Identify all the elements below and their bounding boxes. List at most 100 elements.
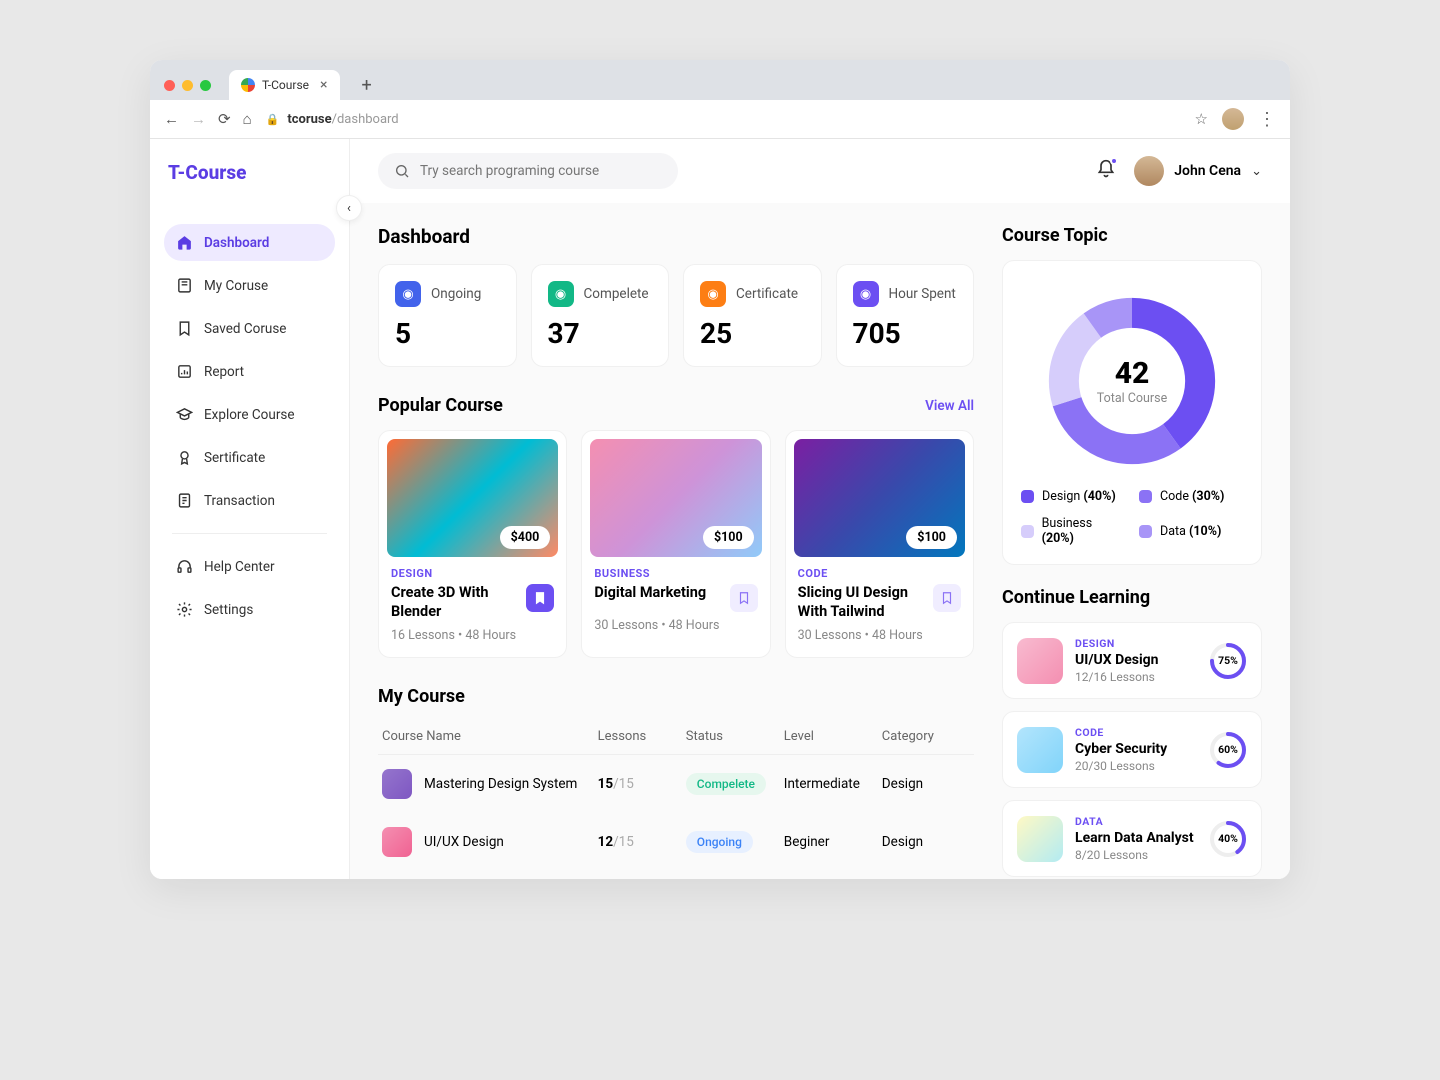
back-icon[interactable]: ← bbox=[164, 110, 179, 128]
browser-tab[interactable]: T-Course × bbox=[229, 70, 340, 100]
stat-label: Certificate bbox=[736, 286, 798, 302]
bookmark-button[interactable] bbox=[526, 584, 554, 612]
collapse-sidebar-button[interactable]: ‹ bbox=[336, 195, 362, 221]
course-thumbnail: $100 bbox=[794, 439, 965, 557]
continue-meta: 20/30 Lessons bbox=[1075, 759, 1197, 773]
sidebar-item-transaction[interactable]: Transaction bbox=[164, 482, 335, 519]
gear-icon bbox=[176, 601, 193, 618]
donut-value: 42 bbox=[1115, 356, 1150, 391]
stat-icon: ◉ bbox=[700, 281, 726, 307]
maximize-window-icon[interactable] bbox=[200, 80, 211, 91]
continue-card[interactable]: CODE Cyber Security 20/30 Lessons 60% bbox=[1002, 711, 1262, 788]
table-row[interactable]: UI/UX Design 12/15 Ongoing Beginer Desig… bbox=[378, 813, 974, 871]
sidebar-item-my-course[interactable]: My Coruse bbox=[164, 267, 335, 304]
course-topic-card: 42 Total Course Design (40%) Code (30%) … bbox=[1002, 260, 1262, 565]
close-tab-icon[interactable]: × bbox=[320, 77, 327, 93]
tab-title: T-Course bbox=[262, 78, 309, 92]
table-row[interactable]: Mastering Design System 15/15 Compelete … bbox=[378, 755, 974, 813]
avatar bbox=[1134, 156, 1164, 186]
popular-title: Popular Course bbox=[378, 395, 503, 416]
sidebar-item-settings[interactable]: Settings bbox=[164, 591, 335, 628]
sidebar-divider bbox=[172, 533, 327, 534]
user-menu[interactable]: John Cena ⌄ bbox=[1134, 156, 1262, 186]
chart-icon bbox=[176, 363, 193, 380]
row-lessons: 15/15 bbox=[598, 776, 686, 792]
sidebar-item-label: Dashboard bbox=[204, 235, 269, 251]
lock-icon: 🔒 bbox=[266, 113, 280, 126]
sidebar-item-label: Transaction bbox=[204, 493, 275, 509]
sidebar-item-dashboard[interactable]: Dashboard bbox=[164, 224, 335, 261]
stat-value: 5 bbox=[395, 317, 500, 350]
legend-item: Business (20%) bbox=[1021, 516, 1125, 546]
address-bar[interactable]: 🔒 tcoruse/dashboard bbox=[266, 112, 1181, 127]
chevron-down-icon: ⌄ bbox=[1251, 164, 1262, 179]
course-meta: 30 Lessons • 48 Hours bbox=[594, 618, 757, 633]
table-row[interactable]: Learn Data Analyst 8/20 Ongoing Expert D… bbox=[378, 871, 974, 879]
bookmark-page-icon[interactable]: ☆ bbox=[1195, 110, 1208, 128]
sidebar-item-label: Settings bbox=[204, 602, 253, 618]
continue-title: Learn Data Analyst bbox=[1075, 830, 1197, 846]
sidebar-item-help[interactable]: Help Center bbox=[164, 548, 335, 585]
stat-label: Hour Spent bbox=[889, 286, 956, 302]
sidebar-item-label: Sertificate bbox=[204, 450, 265, 466]
view-all-link[interactable]: View All bbox=[925, 398, 974, 414]
mycourse-title: My Course bbox=[378, 686, 974, 707]
bookmark-icon bbox=[176, 320, 193, 337]
notification-dot-icon bbox=[1110, 157, 1118, 165]
continue-category: CODE bbox=[1075, 726, 1197, 739]
home-icon[interactable]: ⌂ bbox=[243, 110, 252, 128]
status-badge: Ongoing bbox=[686, 831, 753, 853]
window-controls bbox=[164, 80, 211, 91]
profile-icon[interactable] bbox=[1222, 108, 1244, 130]
legend-item: Design (40%) bbox=[1021, 489, 1125, 504]
progress-ring: 40% bbox=[1209, 820, 1247, 858]
course-card[interactable]: $100 BUSINESS Digital Marketing 30 Lesso… bbox=[581, 430, 770, 658]
row-level: Intermediate bbox=[784, 776, 882, 792]
cap-icon bbox=[176, 406, 193, 423]
continue-meta: 8/20 Lessons bbox=[1075, 848, 1197, 862]
stat-value: 37 bbox=[548, 317, 653, 350]
stat-label: Compelete bbox=[584, 286, 649, 302]
stat-card: ◉ Certificate 25 bbox=[683, 264, 822, 367]
course-card[interactable]: $100 CODE Slicing UI Design With Tailwin… bbox=[785, 430, 974, 658]
bookmark-button[interactable] bbox=[933, 584, 961, 612]
continue-thumbnail bbox=[1017, 816, 1063, 862]
row-lessons: 12/15 bbox=[598, 834, 686, 850]
favicon-icon bbox=[241, 78, 255, 92]
sidebar-item-explore[interactable]: Explore Course bbox=[164, 396, 335, 433]
sidebar-item-label: Explore Course bbox=[204, 407, 295, 423]
badge-icon bbox=[176, 449, 193, 466]
continue-thumbnail bbox=[1017, 727, 1063, 773]
search-field[interactable] bbox=[378, 153, 678, 189]
receipt-icon bbox=[176, 492, 193, 509]
close-window-icon[interactable] bbox=[164, 80, 175, 91]
stat-icon: ◉ bbox=[853, 281, 879, 307]
continue-card[interactable]: DATA Learn Data Analyst 8/20 Lessons 40% bbox=[1002, 800, 1262, 877]
browser-tab-strip: T-Course × + bbox=[150, 60, 1290, 100]
new-tab-button[interactable]: + bbox=[362, 75, 372, 96]
reload-icon[interactable]: ⟳ bbox=[218, 110, 231, 128]
course-card[interactable]: $400 DESIGN Create 3D With Blender 16 Le… bbox=[378, 430, 567, 658]
row-thumbnail bbox=[382, 769, 412, 799]
minimize-window-icon[interactable] bbox=[182, 80, 193, 91]
continue-card[interactable]: DESIGN UI/UX Design 12/16 Lessons 75% bbox=[1002, 622, 1262, 699]
stat-card: ◉ Compelete 37 bbox=[531, 264, 670, 367]
browser-menu-icon[interactable]: ⋮ bbox=[1258, 109, 1276, 130]
bookmark-button[interactable] bbox=[730, 584, 758, 612]
progress-ring: 75% bbox=[1209, 642, 1247, 680]
continue-category: DESIGN bbox=[1075, 637, 1197, 650]
topic-title: Course Topic bbox=[1002, 225, 1262, 246]
course-thumbnail: $400 bbox=[387, 439, 558, 557]
sidebar-item-saved-course[interactable]: Saved Coruse bbox=[164, 310, 335, 347]
sidebar-item-label: Help Center bbox=[204, 559, 275, 575]
sidebar-item-certificate[interactable]: Sertificate bbox=[164, 439, 335, 476]
notifications-button[interactable] bbox=[1096, 159, 1116, 184]
forward-icon[interactable]: → bbox=[191, 110, 206, 128]
home-icon bbox=[176, 234, 193, 251]
sidebar-item-report[interactable]: Report bbox=[164, 353, 335, 390]
row-course-name: Mastering Design System bbox=[424, 776, 577, 792]
search-input[interactable] bbox=[420, 163, 662, 179]
price-badge: $400 bbox=[500, 526, 551, 549]
legend-item: Code (30%) bbox=[1139, 489, 1243, 504]
stat-value: 705 bbox=[853, 317, 958, 350]
